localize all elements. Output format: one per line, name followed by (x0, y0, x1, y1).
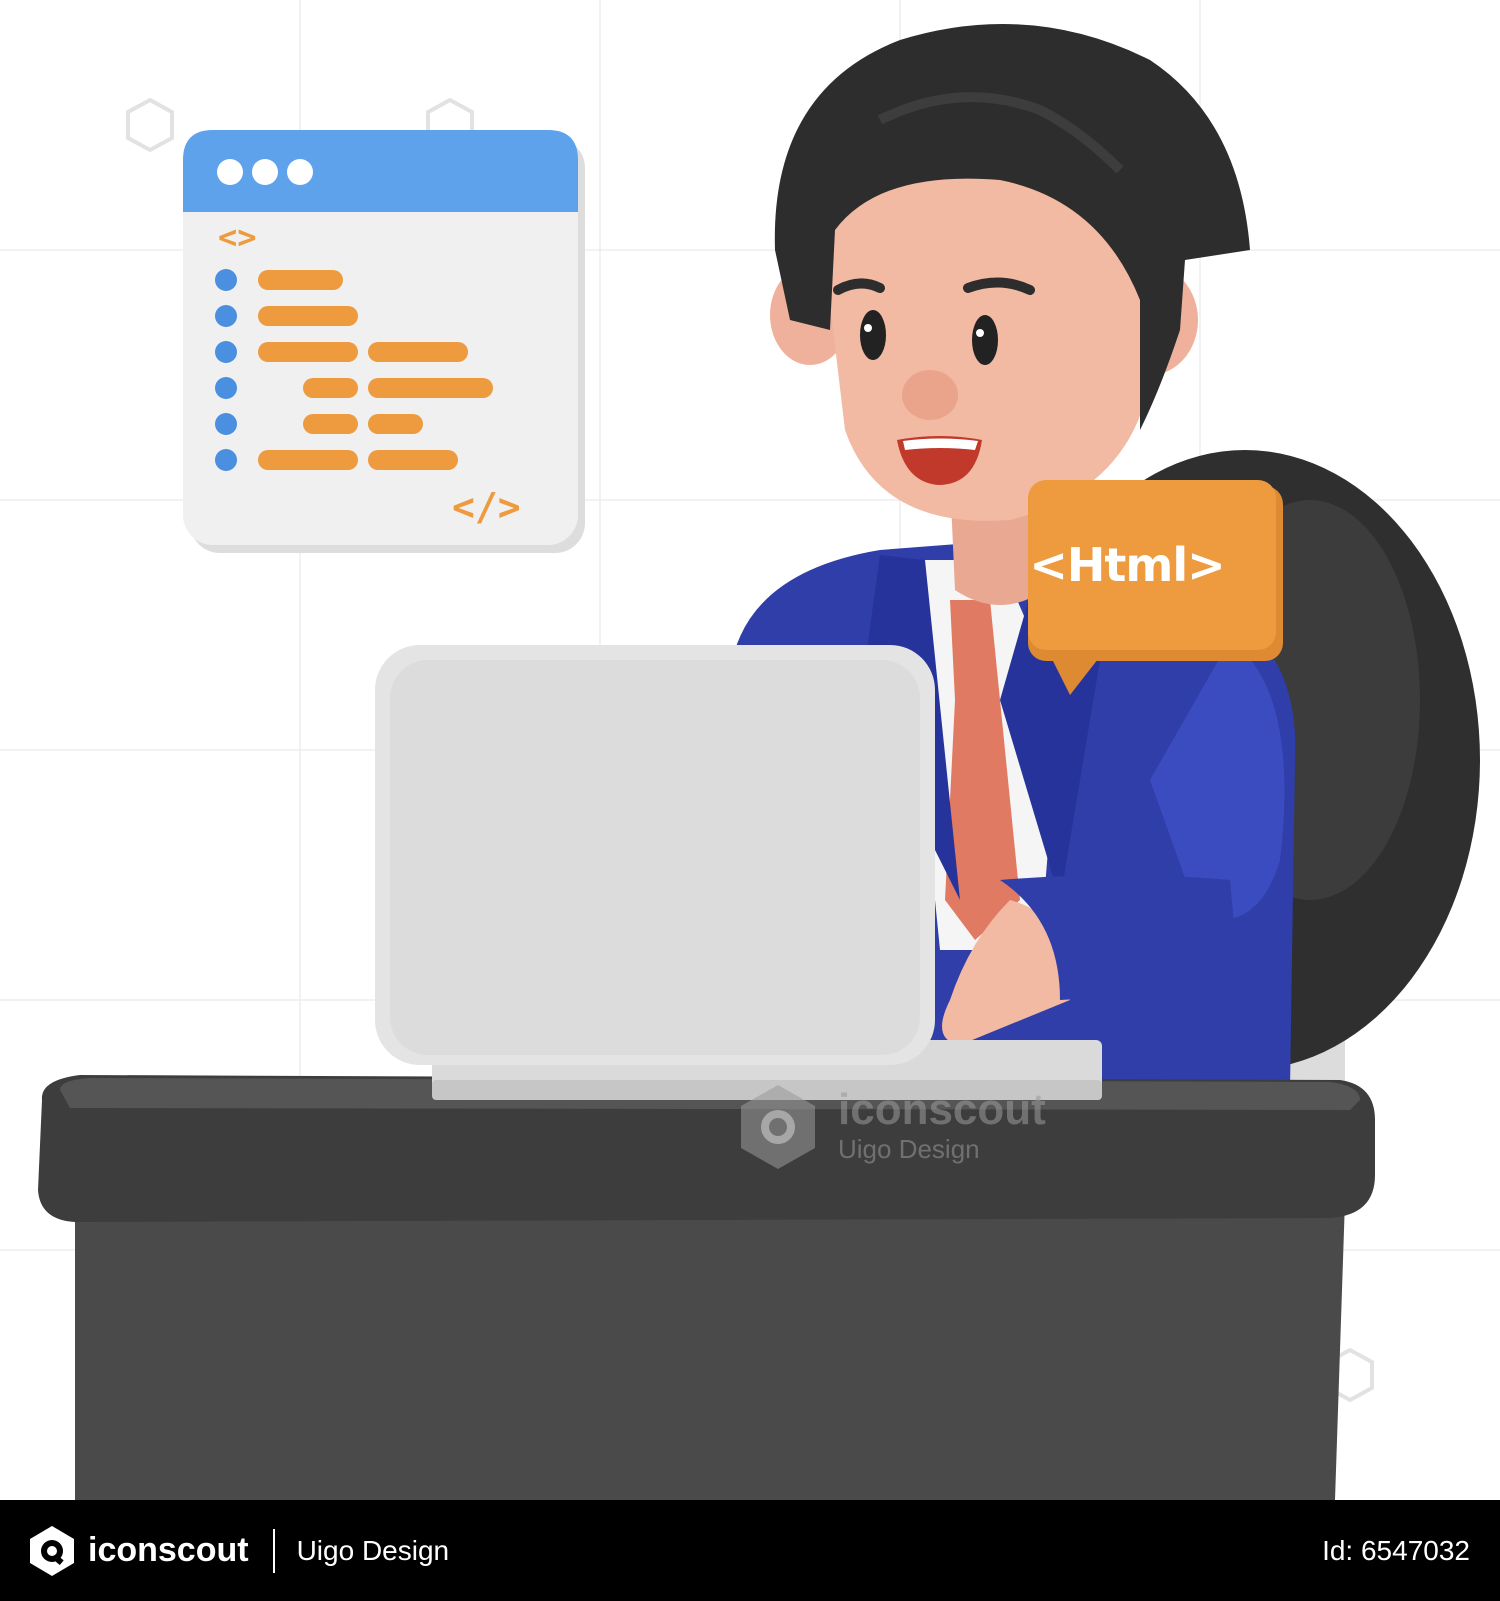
footer-asset-id: Id: 6547032 (1322, 1534, 1470, 1566)
footer-bar: iconscout Uigo Design Id: 6547032 (0, 1500, 1500, 1601)
footer-logo[interactable]: iconscout (28, 1524, 249, 1578)
code-window-icon (183, 130, 585, 553)
desk (38, 1075, 1375, 1500)
iconscout-logo-icon (30, 1525, 74, 1576)
watermark-author: Uigo Design (838, 1134, 980, 1164)
footer-brand: iconscout (88, 1531, 249, 1569)
watermark-brand: iconscout (838, 1085, 1046, 1134)
watermark-center: iconscout Uigo Design (838, 1085, 1046, 1165)
speech-bubble-label: <Html> (1029, 538, 1225, 592)
code-close-tag: </> (452, 485, 521, 529)
footer-author-link[interactable]: Uigo Design (297, 1535, 450, 1567)
footer-divider (272, 1528, 275, 1573)
code-open-tag: <> (218, 218, 257, 256)
